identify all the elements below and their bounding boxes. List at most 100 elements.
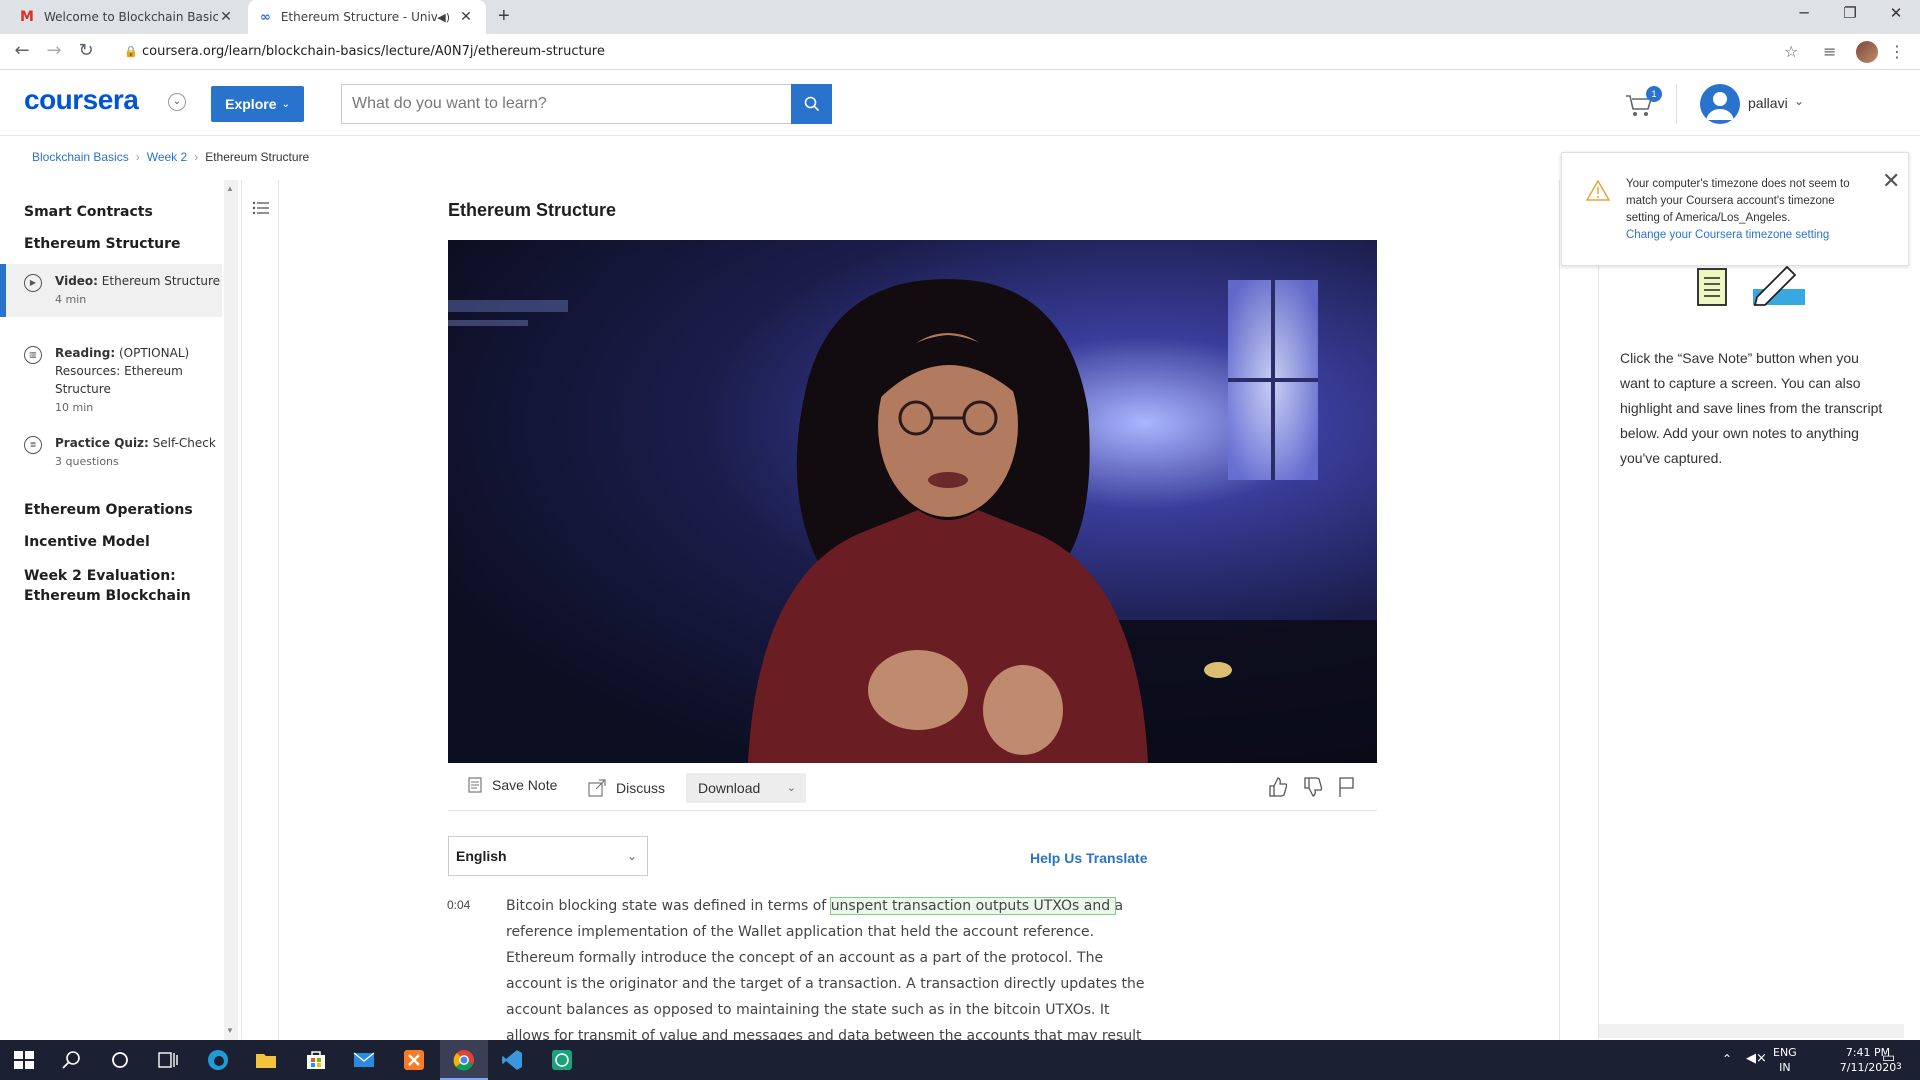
coursera-favicon-icon: ∞ [260,9,271,25]
windows-taskbar: ⌃ ◀× ENG IN 7:41 PM 7/11/2020 ▭ 3 [0,1040,1920,1080]
search-icon [804,96,819,112]
volume-icon[interactable]: ◀× [1746,1051,1767,1066]
search-input[interactable]: What do you want to learn? [341,84,792,124]
change-timezone-link[interactable]: Change your Coursera timezone setting [1626,229,1829,241]
sidebar-section-ethereum-structure[interactable]: Ethereum Structure [24,236,181,252]
tab-ethereum-structure[interactable]: ∞ Ethereum Structure - Univers ◀) ✕ [248,0,486,34]
page-vertical-scrollbar[interactable] [1904,180,1920,1040]
scroll-down-icon[interactable]: ▼ [226,1026,234,1035]
lock-icon: 🔒 [124,45,138,58]
breadcrumb-week[interactable]: Week 2 [147,150,187,164]
media-control-icon[interactable]: ≡ [1823,42,1836,61]
timezone-warning-toast: Your computer's timezone does not seem t… [1561,152,1909,266]
course-sidebar: Smart Contracts Ethereum Structure ▶ Vid… [0,180,224,1040]
scroll-up-icon[interactable]: ▲ [226,184,234,193]
search-icon[interactable] [60,1048,84,1072]
discuss-button[interactable]: Discuss [588,779,665,797]
chevron-down-icon[interactable]: ⌄ [1794,94,1804,108]
username[interactable]: pallavi [1748,95,1788,111]
sidebar-section-ethereum-operations[interactable]: Ethereum Operations [24,502,193,518]
store-icon[interactable] [304,1048,328,1072]
list-icon[interactable] [251,198,271,218]
cart-count-badge: 1 [1646,86,1662,102]
panel-divider [1559,180,1560,1040]
breadcrumb: Blockchain Basics › Week 2 › Ethereum St… [32,150,309,164]
sidebar-section-smart-contracts[interactable]: Smart Contracts [24,204,153,220]
close-icon[interactable]: ✕ [218,9,234,25]
address-bar-row: ← → ↻ 🔒 coursera.org/learn/blockchain-ba… [0,34,1920,70]
close-icon[interactable]: ✕ [1882,169,1900,194]
vscode-icon[interactable] [500,1048,524,1072]
notes-horizontal-scrollbar[interactable] [1599,1024,1904,1038]
xampp-icon[interactable] [402,1048,426,1072]
whatsapp-icon[interactable] [550,1048,574,1072]
save-note-button[interactable]: Save Note [468,777,557,793]
avatar[interactable] [1700,84,1740,124]
toast-message: Your computer's timezone does not seem t… [1626,178,1850,241]
file-explorer-icon[interactable] [254,1048,278,1072]
tray-chevron-up-icon[interactable]: ⌃ [1722,1052,1732,1066]
sidebar-item-reading[interactable]: ▥ Reading: (OPTIONAL) Resources: Ethereu… [0,336,222,425]
notes-instructions: Click the “Save Note” button when you wa… [1620,350,1883,466]
transcript-language-select[interactable]: English ⌄ [448,836,648,876]
close-icon[interactable]: ✕ [458,9,474,25]
url-field[interactable]: 🔒 coursera.org/learn/blockchain-basics/l… [120,40,1780,64]
chevron-down-icon: ⌄ [281,98,290,110]
header-divider [1676,84,1677,124]
mute-icon[interactable]: ◀) [437,11,450,24]
site-header: coursera ⌄ Explore ⌄ What do you want to… [0,70,1920,136]
breadcrumb-course[interactable]: Blockchain Basics [32,150,129,164]
transcript-timestamp[interactable]: 0:04 [447,898,470,912]
task-view-icon[interactable] [156,1048,180,1072]
menu-icon[interactable]: ⋮ [1889,42,1905,61]
thumbs-up-icon[interactable] [1266,775,1290,799]
minimize-button[interactable]: ─ [1784,4,1824,22]
reload-button[interactable]: ↻ [74,40,98,61]
tab-title: Ethereum Structure - Univers [280,10,438,24]
coursera-logo[interactable]: coursera [24,84,139,116]
notification-center-icon[interactable]: ▭ [1882,1050,1895,1066]
chrome-icon[interactable] [452,1048,476,1072]
panel-divider [1598,180,1599,1040]
browser-profile-avatar[interactable] [1856,41,1878,63]
thumbs-down-icon[interactable] [1301,775,1325,799]
notes-illustration-icon [1697,265,1805,306]
edge-icon[interactable] [206,1048,230,1072]
warning-icon [1586,179,1610,201]
chevron-down-icon[interactable]: ⌄ [168,93,186,111]
quiz-icon: ≣ [24,436,42,454]
sidebar-scrollbar[interactable]: ▲ ▼ [224,180,238,1040]
search-button[interactable] [791,84,832,124]
note-icon [468,777,482,793]
video-player[interactable] [448,240,1377,763]
breadcrumb-current: Ethereum Structure [205,150,310,164]
explore-button[interactable]: Explore ⌄ [211,86,304,122]
restore-button[interactable]: ❐ [1830,4,1870,22]
cortana-icon[interactable] [108,1048,132,1072]
windows-start-icon[interactable] [12,1048,36,1072]
sidebar-section-incentive-model[interactable]: Incentive Model [24,534,150,550]
download-dropdown[interactable]: Download ⌄ [686,773,806,803]
bookmark-star-icon[interactable]: ☆ [1784,42,1798,61]
mail-icon[interactable] [352,1048,376,1072]
tab-welcome[interactable]: M Welcome to Blockchain Basics - B ✕ [8,0,246,34]
sidebar-item-quiz[interactable]: ≣ Practice Quiz: Self-Check 3 questions [0,426,222,479]
play-icon: ▶ [24,274,42,292]
chevron-right-icon: › [135,150,140,164]
flag-icon[interactable] [1335,775,1359,799]
input-language[interactable]: ENG IN [1773,1045,1797,1075]
external-link-icon [588,779,606,797]
forward-button[interactable]: → [42,40,66,61]
help-translate-link[interactable]: Help Us Translate [1030,850,1148,866]
video-toolbar: Save Note Discuss Download ⌄ [448,765,1377,811]
close-window-button[interactable]: ✕ [1876,4,1916,22]
sidebar-item-video[interactable]: ▶ Video: Ethereum Structure 4 min [0,264,222,317]
new-tab-button[interactable]: + [498,5,510,28]
back-button[interactable]: ← [10,40,34,61]
browser-tab-strip: M Welcome to Blockchain Basics - B ✕ ∞ E… [0,0,1920,34]
book-icon: ▥ [24,346,42,364]
transcript-highlight[interactable]: unspent transaction outputs UTXOs and [829,897,1116,915]
sidebar-section-week2-evaluation[interactable]: Week 2 Evaluation: Ethereum Blockchain [24,566,194,606]
page-title: Ethereum Structure [448,200,617,220]
chevron-down-icon: ⌄ [626,849,637,863]
